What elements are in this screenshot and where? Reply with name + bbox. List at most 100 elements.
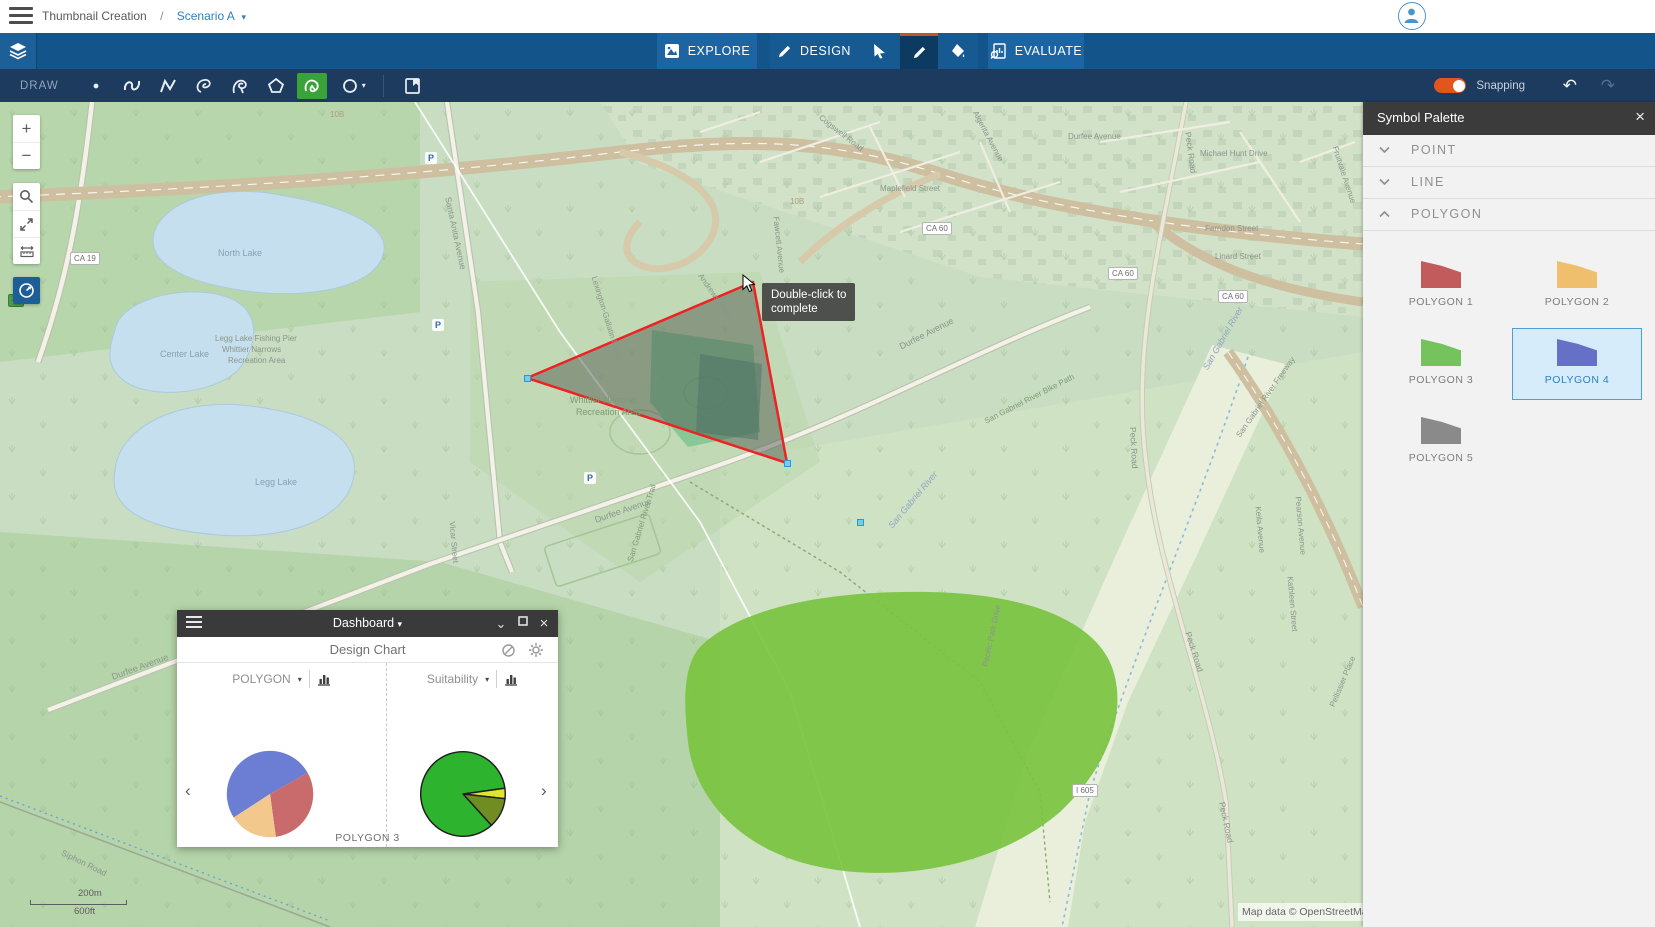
- search-icon: [19, 189, 34, 204]
- mode-navbar: EXPLORE DESIGN EVALUATE: [0, 33, 1655, 69]
- map-toolbox: [13, 183, 40, 264]
- collapse-button[interactable]: ⌄: [492, 615, 510, 633]
- dashboard-body: POLYGON ▾ Suitability ▾: [177, 663, 558, 847]
- symbol-polygon-2[interactable]: POLYGON 2: [1512, 250, 1642, 322]
- layers-button[interactable]: [0, 33, 37, 69]
- maximize-button[interactable]: [514, 615, 532, 633]
- symbol-polygon-1[interactable]: POLYGON 1: [1376, 250, 1506, 322]
- symbol-polygon-5[interactable]: POLYGON 5: [1376, 406, 1506, 478]
- pencil-icon: [912, 45, 927, 60]
- fill-tool-button[interactable]: [938, 33, 978, 69]
- pie-chart-polygon[interactable]: [224, 748, 316, 845]
- polygon-swatch-label: POLYGON 3: [1377, 374, 1505, 386]
- curve-icon: [122, 77, 142, 95]
- chart-panel-left: POLYGON ▾: [177, 663, 387, 847]
- zoom-in-button[interactable]: +: [13, 115, 40, 142]
- tab-explore-label: EXPLORE: [688, 44, 751, 58]
- breadcrumb-project[interactable]: Thumbnail Creation: [42, 9, 147, 23]
- circle-tool-dropdown[interactable]: ▾: [333, 73, 375, 99]
- symbol-polygon-3[interactable]: POLYGON 3: [1376, 328, 1506, 400]
- chevron-up-icon: [1379, 210, 1390, 218]
- chart-selector-left-label[interactable]: POLYGON: [232, 672, 290, 686]
- draw-tool-button-active[interactable]: [900, 33, 938, 69]
- dashboard-toggle-button[interactable]: [13, 277, 40, 304]
- app-header: Thumbnail Creation / Scenario A ▾: [0, 0, 1655, 33]
- section-line[interactable]: LINE: [1363, 167, 1655, 199]
- bar-chart-icon[interactable]: [317, 673, 331, 686]
- menu-icon[interactable]: [9, 7, 33, 26]
- section-line-label: LINE: [1411, 175, 1445, 189]
- polygon-swatch-label: POLYGON 1: [1377, 296, 1505, 308]
- chevron-down-icon: [1379, 178, 1390, 186]
- section-point[interactable]: POINT: [1363, 135, 1655, 167]
- toolbar-divider: [383, 75, 384, 97]
- vertex-handle[interactable]: [524, 375, 531, 382]
- maximize-icon: [518, 616, 528, 626]
- pie-chart-suitability[interactable]: [418, 749, 508, 844]
- polygon-swatch: [1557, 261, 1597, 288]
- tab-explore[interactable]: EXPLORE: [657, 33, 757, 69]
- polyline-tool[interactable]: [153, 73, 183, 99]
- chart-next-arrow[interactable]: ›: [541, 781, 547, 801]
- redo-button[interactable]: ↷: [1601, 76, 1615, 96]
- chevron-down-icon: ▾: [362, 81, 366, 90]
- point-icon: [87, 77, 105, 95]
- vertex-handle[interactable]: [784, 460, 791, 467]
- symbol-palette-panel: Symbol Palette × POINT LINE POLYGON POLY…: [1363, 102, 1655, 927]
- close-icon[interactable]: ×: [1635, 107, 1645, 127]
- scale-bar: 200m 600ft: [30, 888, 127, 917]
- toggle-knob: [1453, 80, 1465, 92]
- symbol-polygon-4[interactable]: POLYGON 4: [1512, 328, 1642, 400]
- draw-toolbar-label: DRAW: [20, 80, 59, 92]
- lasso-tail-icon: [230, 77, 250, 95]
- tab-design[interactable]: DESIGN: [770, 33, 858, 69]
- section-polygon[interactable]: POLYGON: [1363, 199, 1655, 231]
- snapping-control: Snapping: [1434, 78, 1525, 93]
- select-tool-button[interactable]: [858, 33, 900, 69]
- chart-prev-arrow[interactable]: ‹: [185, 781, 191, 801]
- dashboard-window: Dashboard ▾ ⌄ × Design Chart: [177, 610, 558, 847]
- chevron-down-icon[interactable]: ▾: [298, 675, 302, 684]
- visibility-off-icon[interactable]: [501, 643, 516, 658]
- paint-bucket-icon: [950, 43, 966, 59]
- freehand-line-tool[interactable]: [117, 73, 147, 99]
- close-button[interactable]: ×: [535, 615, 553, 633]
- polygon-swatch-label: POLYGON 2: [1513, 296, 1641, 308]
- zoom-out-button[interactable]: −: [13, 142, 40, 169]
- polygon-swatch: [1557, 339, 1597, 366]
- polygon-tool[interactable]: [261, 73, 291, 99]
- draw-toolbar: DRAW ▾: [0, 69, 1655, 102]
- chart-selector-right: Suitability ▾: [387, 670, 558, 688]
- polygon-swatch-label: POLYGON 5: [1377, 452, 1505, 464]
- gear-icon[interactable]: [528, 642, 544, 658]
- map-canvas[interactable]: North LakeCenter LakeLegg LakeLegg Lake …: [0, 102, 1363, 927]
- freehand-loop-tail-tool[interactable]: [225, 73, 255, 99]
- chart-selector-right-label[interactable]: Suitability: [427, 672, 478, 686]
- freehand-polygon-tool-active[interactable]: [297, 73, 327, 99]
- bar-chart-icon[interactable]: [504, 673, 518, 686]
- circle-icon: [342, 77, 360, 95]
- measure-button[interactable]: [13, 237, 40, 264]
- section-point-label: POINT: [1411, 143, 1457, 157]
- chart-panel-right: Suitability ▾: [387, 663, 558, 847]
- search-button[interactable]: [13, 183, 40, 210]
- breadcrumb: Thumbnail Creation / Scenario A ▾: [42, 9, 246, 23]
- divider: [496, 670, 497, 688]
- tab-evaluate-label: EVALUATE: [1015, 44, 1082, 58]
- vertex-handle[interactable]: [857, 519, 864, 526]
- tab-evaluate[interactable]: EVALUATE: [988, 33, 1084, 69]
- point-tool[interactable]: [81, 73, 111, 99]
- scenario-dropdown[interactable]: Scenario A ▾: [177, 9, 246, 23]
- chevron-down-icon[interactable]: ▾: [485, 675, 489, 684]
- map-notes-tool[interactable]: [398, 73, 428, 99]
- map-icon: [404, 77, 421, 95]
- snapping-toggle[interactable]: [1434, 78, 1466, 93]
- user-avatar[interactable]: [1398, 2, 1426, 30]
- freehand-loop-tool[interactable]: [189, 73, 219, 99]
- extent-button[interactable]: [13, 210, 40, 237]
- dashboard-titlebar[interactable]: Dashboard ▾ ⌄ ×: [177, 610, 558, 637]
- divider: [309, 670, 310, 688]
- report-magnifier-icon: [990, 43, 1007, 59]
- undo-button[interactable]: ↶: [1563, 76, 1577, 96]
- chevron-down-icon: ▾: [398, 619, 403, 629]
